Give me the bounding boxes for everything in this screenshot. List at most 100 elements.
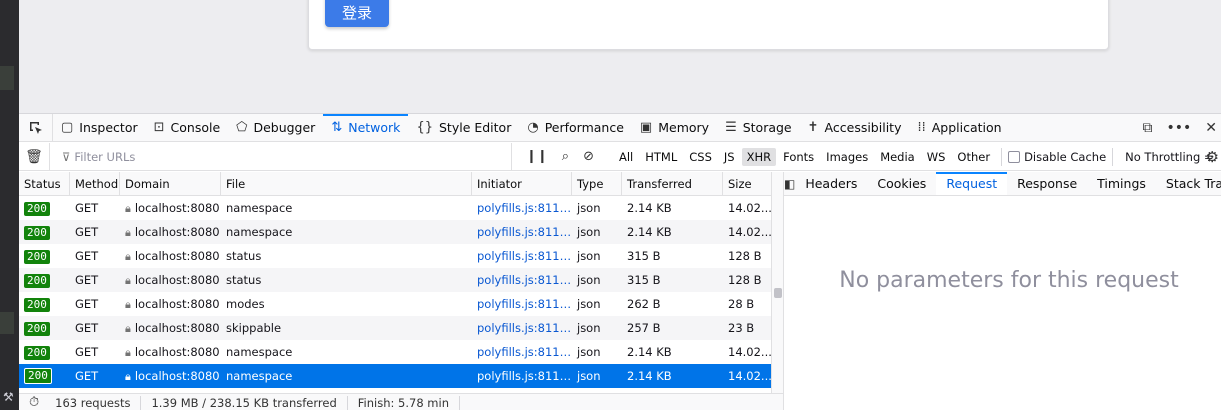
filter-urls-input[interactable]: ⊽ Filter URLs: [49, 142, 511, 171]
page-viewport: 登录: [19, 0, 1221, 113]
tab-label: Console: [170, 120, 221, 135]
close-icon[interactable]: ✕: [1205, 120, 1217, 136]
filter-media[interactable]: Media: [875, 148, 920, 166]
filter-other[interactable]: Other: [952, 148, 995, 166]
table-row[interactable]: 200 GET 🔒︎ localhost:8080 skippable polyfills…: [19, 316, 783, 340]
table-row[interactable]: 200 GET 🔒︎ localhost:8080 modes polyfills.js:…: [19, 292, 783, 316]
table-row[interactable]: 200 GET 🔒︎ localhost:8080 status polyfills.js…: [19, 268, 783, 292]
transfer-summary: 1.39 MB / 238.15 KB transferred: [141, 395, 348, 410]
tab-timings[interactable]: Timings: [1087, 172, 1156, 195]
tab-storage[interactable]: ☰ Storage: [717, 114, 800, 141]
column-initiator[interactable]: Initiator: [472, 172, 572, 195]
file-cell: namespace: [226, 345, 293, 359]
tab-network[interactable]: ⇅ Network: [323, 114, 409, 141]
size-cell: 14.02...: [728, 345, 772, 359]
filter-js[interactable]: JS: [719, 148, 740, 166]
tab-label: Network: [348, 120, 401, 135]
file-cell: namespace: [226, 201, 293, 215]
method-cell: GET: [75, 201, 99, 215]
filter-ws[interactable]: WS: [922, 148, 951, 166]
size-cell: 14.02...: [728, 225, 772, 239]
tab-label: Accessibility: [824, 120, 902, 135]
tab-style-editor[interactable]: {} Style Editor: [408, 114, 519, 141]
request-type-filters: All HTML CSS JS XHR Fonts Images Media W…: [608, 147, 995, 166]
network-filter-bar: 🗑 ⊽ Filter URLs ❙❙ ⌕ ⊘ All HTML CSS JS X…: [19, 142, 1221, 171]
domain-text: localhost:8080: [134, 296, 220, 311]
size-cell: 14.02...: [728, 201, 772, 215]
table-header: Status Method Domain File Initiator Type…: [19, 172, 783, 196]
method-cell: GET: [75, 369, 99, 383]
style-editor-icon: {}: [416, 120, 433, 135]
pause-icon[interactable]: ❙❙: [526, 149, 548, 164]
table-row[interactable]: 200 GET 🔒︎ localhost:8080 namespace polyfills…: [19, 196, 783, 220]
tab-headers[interactable]: Headers: [795, 172, 867, 195]
performance-icon: ◔: [527, 120, 539, 135]
disable-cache-checkbox[interactable]: Disable Cache: [1008, 150, 1106, 164]
search-icon[interactable]: ⌕: [562, 149, 569, 164]
lock-icon: 🔒︎: [125, 321, 131, 335]
tab-accessibility[interactable]: ✝ Accessibility: [800, 114, 910, 141]
hammer-icon[interactable]: ⚒: [3, 390, 14, 404]
tab-debugger[interactable]: ⬠ Debugger: [228, 114, 323, 141]
stopwatch-icon[interactable]: ⏱: [19, 395, 45, 410]
table-row[interactable]: 200 GET 🔒︎ localhost:8080 namespace polyfills…: [19, 340, 783, 364]
lock-icon: 🔒︎: [125, 201, 131, 215]
table-scrollbar[interactable]: [771, 172, 783, 393]
sidebar-highlight: [0, 312, 14, 334]
filter-images[interactable]: Images: [821, 148, 873, 166]
column-domain[interactable]: Domain: [120, 172, 221, 195]
gear-icon[interactable]: ⚙: [1206, 148, 1219, 166]
transferred-cell: 315 B: [627, 273, 661, 287]
size-cell: 14.02...: [728, 369, 772, 383]
sidebar-toggle-icon[interactable]: ◧: [784, 172, 795, 195]
console-icon: ⊡: [153, 120, 165, 135]
trash-icon[interactable]: 🗑: [19, 149, 49, 165]
tab-response[interactable]: Response: [1007, 172, 1087, 195]
transferred-cell: 2.14 KB: [627, 201, 672, 215]
details-tabs: ◧ Headers Cookies Request Response Timin…: [784, 172, 1221, 196]
table-row[interactable]: 200 GET 🔒︎ localhost:8080 status polyfills.js…: [19, 244, 783, 268]
tab-stack-trace[interactable]: Stack Trace: [1156, 172, 1221, 195]
block-icon[interactable]: ⊘: [583, 149, 594, 164]
host-sidebar: ⚒: [0, 0, 19, 410]
column-size[interactable]: Size: [723, 172, 773, 195]
column-transferred[interactable]: Transferred: [622, 172, 723, 195]
tab-label: Style Editor: [438, 120, 512, 135]
table-row[interactable]: 200 GET 🔒︎ localhost:8080 namespace polyfills…: [19, 364, 783, 388]
element-picker-icon[interactable]: [19, 114, 53, 141]
status-cell: 200: [19, 225, 70, 240]
filter-xhr[interactable]: XHR: [741, 147, 777, 166]
filter-css[interactable]: CSS: [684, 148, 717, 166]
filter-all[interactable]: All: [614, 148, 638, 166]
filter-html[interactable]: HTML: [640, 148, 682, 166]
accessibility-icon: ✝: [807, 120, 819, 135]
column-type[interactable]: Type: [572, 172, 622, 195]
throttling-select[interactable]: No Throttling ≑: [1119, 150, 1213, 164]
tab-application[interactable]: ⁞⁞ Application: [909, 114, 1009, 141]
scrollbar-thumb[interactable]: [774, 288, 782, 298]
dock-icon[interactable]: ⧉: [1142, 120, 1152, 136]
domain-text: localhost:8080: [134, 224, 220, 239]
transferred-cell: 2.14 KB: [627, 225, 672, 239]
tab-label: Memory: [658, 120, 710, 135]
tab-console[interactable]: ⊡ Console: [146, 114, 229, 141]
lock-icon: 🔒︎: [125, 297, 131, 311]
table-row[interactable]: 200 GET 🔒︎ localhost:8080 namespace polyfills…: [19, 220, 783, 244]
more-icon[interactable]: •••: [1166, 120, 1191, 136]
status-cell: 200: [19, 249, 70, 264]
file-cell: status: [226, 273, 262, 287]
tab-performance[interactable]: ◔ Performance: [519, 114, 632, 141]
tab-memory[interactable]: ▣ Memory: [632, 114, 717, 141]
filter-fonts[interactable]: Fonts: [778, 148, 819, 166]
filter-placeholder: Filter URLs: [74, 149, 136, 164]
tab-inspector[interactable]: ▢ Inspector: [53, 114, 146, 141]
file-cell: namespace: [226, 225, 293, 239]
filter-actions: ❙❙ ⌕ ⊘: [511, 142, 608, 171]
checkbox-box[interactable]: [1008, 150, 1021, 163]
tab-request[interactable]: Request: [936, 172, 1008, 195]
column-file[interactable]: File: [221, 172, 472, 195]
column-status[interactable]: Status: [19, 172, 70, 195]
login-button[interactable]: 登录: [325, 0, 389, 27]
tab-cookies[interactable]: Cookies: [867, 172, 936, 195]
column-method[interactable]: Method: [70, 172, 120, 195]
